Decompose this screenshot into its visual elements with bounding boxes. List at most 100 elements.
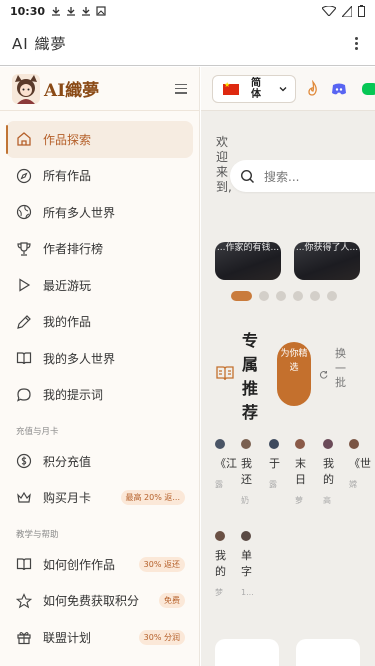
- sidebar-item-label: 购买月卡: [43, 491, 92, 506]
- sidebar-header: AI織夢: [0, 67, 199, 111]
- sidebar-item-label: 所有多人世界: [43, 205, 116, 220]
- carousel-dot[interactable]: [327, 291, 337, 301]
- sidebar-item-monthly-card[interactable]: 购买月卡 最高 20% 返...: [6, 480, 193, 517]
- carousel-dot[interactable]: [293, 291, 303, 301]
- sidebar-item-all-worlds[interactable]: 所有多人世界: [6, 194, 193, 231]
- app-title: AI 織夢: [12, 35, 67, 53]
- carousel-dot[interactable]: [231, 291, 252, 301]
- work-card[interactable]: 我还 奶: [241, 439, 253, 508]
- work-card[interactable]: 《江 露: [215, 439, 237, 492]
- work-card[interactable]: 单字 1...: [241, 531, 254, 600]
- sidebar-item-my-prompts[interactable]: 我的提示词: [6, 377, 193, 414]
- wifi-icon: [322, 6, 336, 16]
- sidebar-item-label: 联盟计划: [43, 630, 92, 645]
- work-card[interactable]: 我的 高: [323, 439, 335, 508]
- search-input[interactable]: 搜索...: [264, 168, 299, 185]
- play-icon: [19, 278, 31, 292]
- fire-icon[interactable]: [304, 80, 322, 98]
- work-title: 我还: [241, 457, 252, 486]
- sidebar-nav: 作品探索 所有作品 所有多人世界 作者排行榜 最近游玩 我的作品 我的多人世界 …: [0, 111, 199, 656]
- promo-badge: 免费: [159, 593, 185, 609]
- status-bar: 10:30: [0, 0, 375, 22]
- download-icon: [67, 7, 76, 16]
- author-avatar: [241, 439, 251, 449]
- work-author: 露: [269, 480, 277, 489]
- work-author: 高: [323, 496, 331, 505]
- book-icon: [16, 352, 32, 365]
- author-avatar: [215, 531, 225, 541]
- banner-text: ...你获得了人...: [295, 243, 359, 253]
- section-label-recharge: 充值与月卡: [16, 427, 59, 437]
- promo-badge: 30% 返还: [138, 556, 185, 572]
- feature-card[interactable]: [296, 639, 360, 666]
- language-select[interactable]: 简体: [212, 75, 296, 103]
- status-right: [322, 5, 365, 17]
- sidebar: AI織夢 作品探索 所有作品 所有多人世界 作者排行榜 最近游玩 我的作品 我的…: [0, 67, 200, 666]
- work-author: 露: [215, 480, 223, 489]
- battery-icon: [358, 5, 365, 17]
- work-title: 单字: [241, 549, 252, 578]
- refresh-icon[interactable]: [319, 370, 328, 379]
- carousel-dot[interactable]: [259, 291, 269, 301]
- sidebar-item-recharge[interactable]: 积分充值: [6, 443, 193, 480]
- sidebar-item-label: 所有作品: [43, 169, 92, 184]
- sidebar-item-free-points[interactable]: 如何免费获取积分 免费: [6, 583, 193, 620]
- sidebar-item-how-create[interactable]: 如何创作作品 30% 返还: [6, 546, 193, 583]
- overflow-menu-icon[interactable]: [349, 34, 363, 54]
- carousel-dot[interactable]: [310, 291, 320, 301]
- swap-button[interactable]: 换一批: [335, 347, 347, 391]
- author-avatar: [323, 439, 333, 449]
- sidebar-item-label: 最近游玩: [43, 278, 92, 293]
- recommend-pill[interactable]: 为你精选: [277, 342, 311, 406]
- work-card[interactable]: 我的 梦: [215, 531, 227, 600]
- author-avatar: [241, 531, 251, 541]
- discord-icon[interactable]: [330, 80, 348, 98]
- chevron-down-icon: [279, 87, 287, 92]
- status-time: 10:30: [10, 4, 46, 18]
- photo-icon: [96, 6, 106, 16]
- carousel-dots: [231, 291, 337, 301]
- coin-icon: [16, 454, 32, 469]
- pencil-icon: [17, 314, 31, 329]
- author-avatar: [295, 439, 305, 449]
- work-card[interactable]: 《世 嫦: [349, 439, 371, 492]
- app-bar: AI 織夢: [0, 22, 375, 66]
- crown-icon: [17, 491, 31, 503]
- sidebar-item-explore[interactable]: 作品探索: [6, 121, 193, 158]
- sidebar-item-affiliate[interactable]: 联盟计划 30% 分润: [6, 619, 193, 656]
- line-icon[interactable]: [361, 80, 375, 98]
- app-screen: 10:30 AI 織夢 AI織夢 作品探索 所有作品 所有多人世界 作者排行榜 …: [0, 0, 375, 666]
- promo-badge: 30% 分润: [138, 629, 185, 645]
- work-author: 奶: [241, 496, 249, 505]
- download-icon: [82, 7, 91, 16]
- section-label-help: 教学与帮助: [16, 530, 59, 540]
- carousel-dot[interactable]: [276, 291, 286, 301]
- banner-card[interactable]: ...你获得了人...: [294, 242, 360, 280]
- sidebar-item-my-worlds[interactable]: 我的多人世界: [6, 340, 193, 377]
- china-flag-icon: [223, 81, 239, 95]
- work-author: 梦: [215, 588, 223, 597]
- work-author: 萝: [295, 496, 303, 505]
- banner-card[interactable]: ...作家的有钱...: [215, 242, 281, 280]
- chat-icon: [17, 388, 31, 402]
- sidebar-item-label: 我的多人世界: [43, 351, 116, 366]
- sidebar-item-my-works[interactable]: 我的作品: [6, 304, 193, 341]
- work-title: 末日: [295, 457, 306, 486]
- sidebar-item-label: 作品探索: [43, 132, 92, 147]
- work-title: 我的: [323, 457, 334, 486]
- author-avatar: [349, 439, 359, 449]
- hamburger-icon[interactable]: [175, 83, 187, 94]
- sidebar-item-all-works[interactable]: 所有作品: [6, 158, 193, 195]
- work-card[interactable]: 于 露: [269, 439, 281, 492]
- sidebar-item-leaderboard[interactable]: 作者排行榜: [6, 231, 193, 268]
- signal-icon: [342, 5, 352, 17]
- banner-text: ...作家的有钱...: [216, 243, 280, 253]
- sidebar-item-recent[interactable]: 最近游玩: [6, 267, 193, 304]
- search-box[interactable]: 搜索...: [230, 160, 375, 192]
- book-open-icon: [216, 366, 234, 381]
- work-title: 《江: [215, 457, 237, 470]
- work-title: 《世: [349, 457, 371, 470]
- work-card[interactable]: 末日 萝: [295, 439, 307, 508]
- feature-card[interactable]: [215, 639, 279, 666]
- sidebar-item-label: 我的作品: [43, 315, 92, 330]
